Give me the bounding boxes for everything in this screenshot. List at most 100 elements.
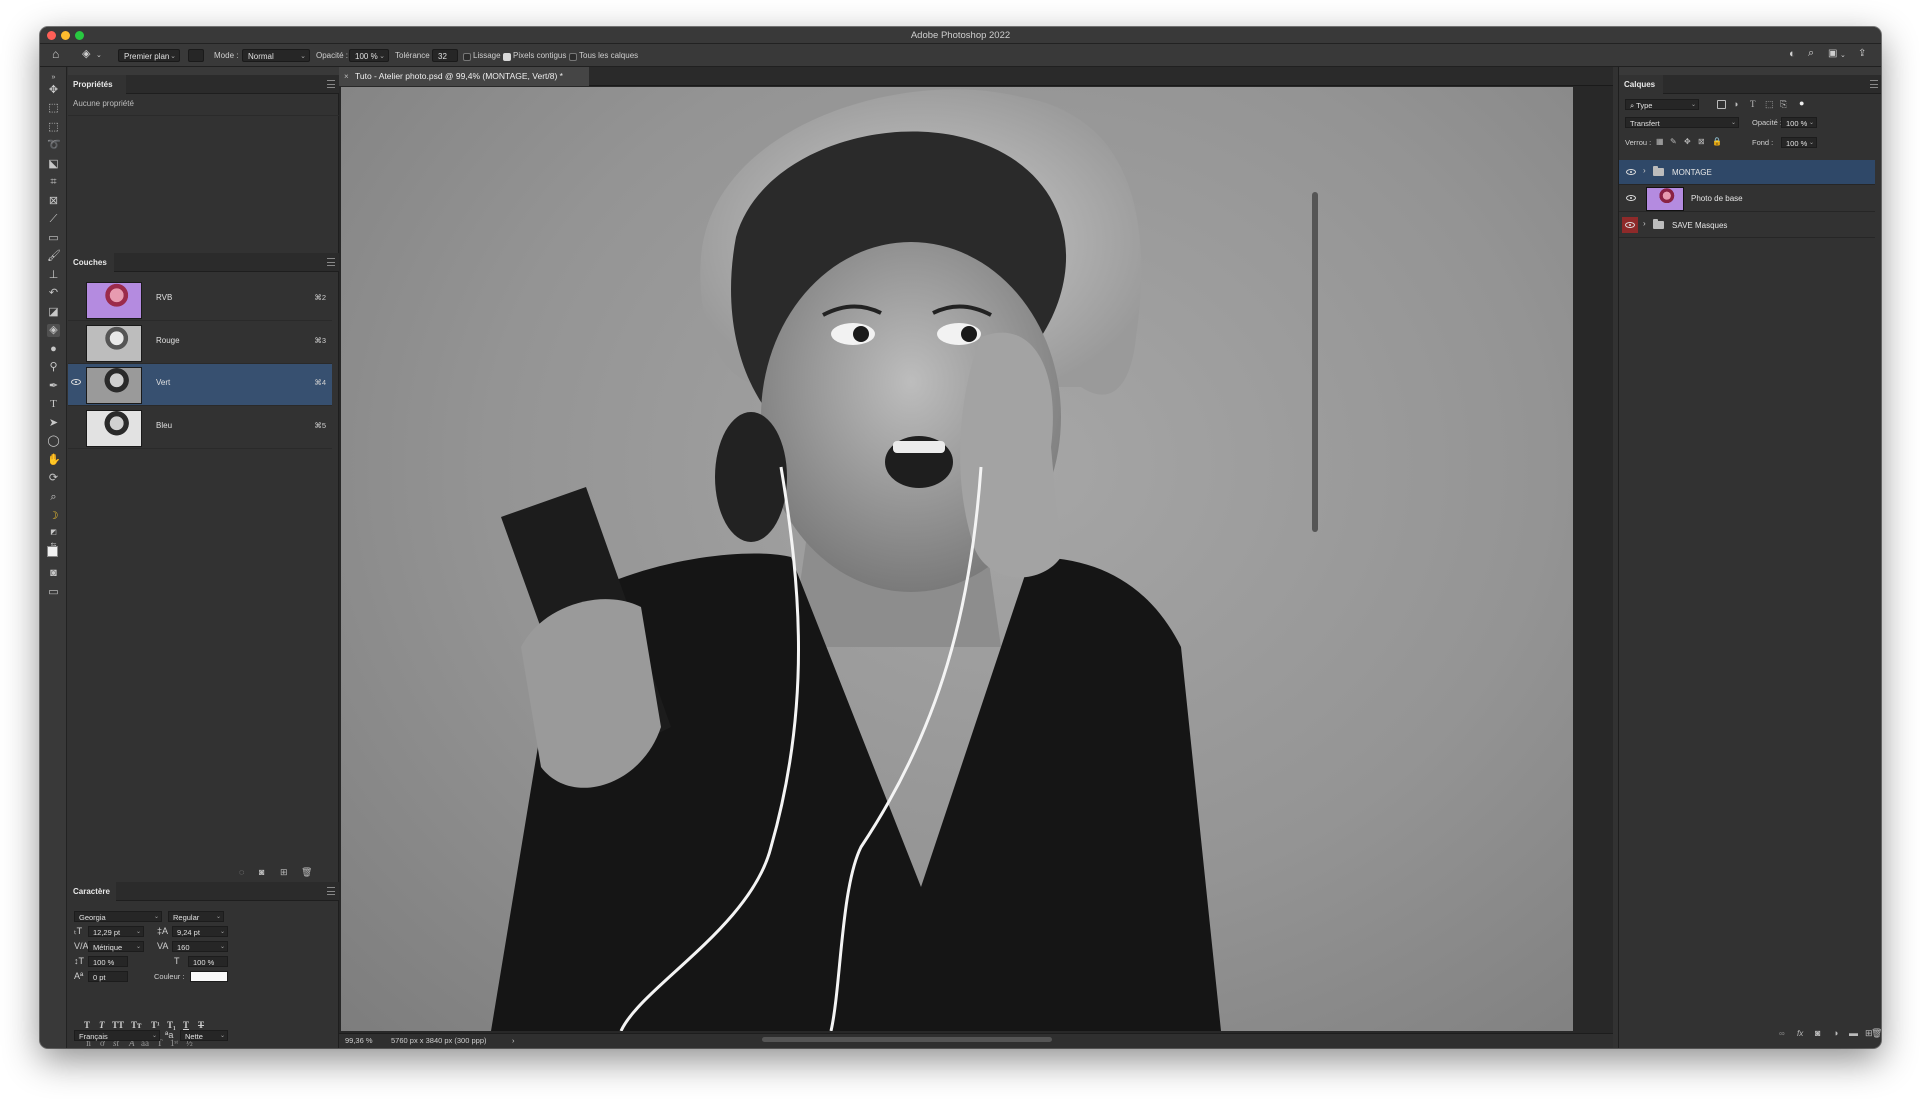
channel-row-green[interactable]: Vert ⌘4 (68, 364, 332, 406)
eraser-tool-icon[interactable]: ◪ (47, 306, 60, 319)
shape-filter-icon[interactable]: ⬚ (1765, 99, 1774, 110)
quick-mask-icon[interactable]: ◙ (47, 567, 60, 580)
all-caps-icon[interactable]: TT (112, 1020, 124, 1030)
font-family-select[interactable]: Georgia ⌄ (74, 911, 162, 922)
panel-menu-icon[interactable] (1870, 80, 1878, 88)
crop-tool-icon[interactable]: ⌗ (47, 176, 60, 189)
type-filter-icon[interactable]: T (1750, 99, 1756, 109)
antialias-select[interactable]: Nette ⌄ (180, 1030, 228, 1041)
tool-preset-chevron-icon[interactable]: ⌄ (96, 50, 102, 62)
lasso-tool-icon[interactable]: ➰ (47, 139, 61, 152)
lock-all-icon[interactable]: 🔒 (1712, 137, 1722, 146)
contiguous-checkbox[interactable] (503, 53, 511, 61)
faux-italic-icon[interactable]: T (99, 1020, 105, 1030)
leading-input[interactable]: 9,24 pt ⌄ (172, 926, 228, 937)
pixel-filter-icon[interactable] (1717, 100, 1726, 109)
delete-channel-icon[interactable]: 🗑 (301, 867, 312, 878)
clone-stamp-tool-icon[interactable]: ⊥ (47, 269, 60, 282)
faux-bold-icon[interactable]: T (84, 1020, 90, 1030)
panel-menu-icon[interactable] (327, 258, 335, 266)
lock-transparent-icon[interactable]: ▦ (1656, 137, 1664, 146)
kerning-select[interactable]: Métrique ⌄ (88, 941, 144, 952)
workspace-icon[interactable]: ▣ (1828, 48, 1837, 60)
lock-image-icon[interactable]: ✎ (1670, 137, 1677, 146)
type-tool-icon[interactable]: T (47, 398, 60, 411)
adjustment-layer-icon[interactable]: ◑ (1833, 1028, 1838, 1038)
artboard-tool-icon[interactable]: ⬚ (47, 102, 60, 115)
add-mask-icon[interactable]: ◙ (1815, 1028, 1820, 1038)
font-size-input[interactable]: 12,29 pt ⌄ (88, 926, 144, 937)
chevron-right-icon[interactable]: › (512, 1036, 515, 1045)
layer-row-photo-de-base[interactable]: Photo de base (1619, 185, 1875, 212)
visibility-eye-icon[interactable] (1625, 222, 1635, 228)
fill-source-select[interactable]: Premier plan ⌄ (118, 49, 180, 62)
subscript-icon[interactable]: T₁ (167, 1020, 176, 1030)
strikethrough-icon[interactable]: T (198, 1020, 204, 1030)
channel-row-blue[interactable]: Bleu ⌘5 (68, 407, 332, 449)
pattern-swatch[interactable] (188, 49, 204, 62)
paint-bucket-tool-icon[interactable]: ◈ (47, 324, 60, 337)
eyedropper-tool-icon[interactable]: ⟋ (47, 213, 60, 226)
superscript-icon[interactable]: T¹ (151, 1020, 160, 1030)
ellipse-tool-icon[interactable]: ◯ (47, 435, 60, 448)
dodge-tool-icon[interactable]: ⚲ (47, 361, 60, 374)
baseline-shift-input[interactable]: 0 pt (88, 971, 128, 982)
marquee-tool-icon[interactable]: ⬚ (47, 121, 60, 134)
close-tab-icon[interactable]: × (344, 67, 349, 86)
vertical-scale-input[interactable]: 100 % (88, 956, 128, 967)
foreground-color-swatch[interactable] (47, 546, 58, 557)
panel-menu-icon[interactable] (327, 80, 335, 88)
chevron-right-icon[interactable]: › (1643, 219, 1646, 228)
zoom-tool-icon[interactable]: ⌕ (47, 491, 60, 504)
layer-row-montage[interactable]: › MONTAGE (1619, 160, 1875, 185)
brush-tool-icon[interactable]: 🖌 (47, 250, 61, 263)
collapse-icon[interactable]: » (47, 71, 60, 84)
horizontal-scrollbar[interactable] (762, 1037, 1052, 1042)
all-layers-checkbox[interactable] (569, 53, 577, 61)
tab-character[interactable]: Caractère (68, 882, 116, 901)
adjustment-filter-icon[interactable]: ◑ (1733, 99, 1738, 109)
panel-menu-icon[interactable] (327, 887, 335, 895)
font-style-select[interactable]: Regular ⌄ (168, 911, 224, 922)
new-group-icon[interactable]: ▬ (1849, 1028, 1858, 1038)
smoothing-checkbox[interactable] (463, 53, 471, 61)
zoom-level[interactable]: 99,36 % (345, 1036, 373, 1045)
history-brush-tool-icon[interactable]: ↶ (47, 287, 60, 300)
new-channel-icon[interactable]: ⊞ (280, 867, 288, 878)
load-selection-icon[interactable]: ◌ (239, 867, 244, 877)
lock-position-icon[interactable]: ✥ (1684, 137, 1691, 146)
canvas-area[interactable] (339, 86, 1613, 1036)
visibility-eye-icon[interactable] (1626, 195, 1636, 201)
smart-object-filter-icon[interactable]: ⎘ (1780, 99, 1787, 110)
channel-row-red[interactable]: Rouge ⌘3 (68, 322, 332, 364)
object-selection-tool-icon[interactable]: ⬕ (47, 158, 60, 171)
healing-brush-tool-icon[interactable]: ▭ (47, 232, 60, 245)
home-icon[interactable]: ⌂ (52, 48, 59, 60)
layer-row-save-masques[interactable]: › SAVE Masques (1619, 213, 1875, 238)
tab-properties[interactable]: Propriétés (68, 75, 126, 94)
default-colors-icon[interactable]: ◩ ⇆ (47, 526, 60, 549)
text-color-swatch[interactable] (190, 971, 228, 982)
path-selection-tool-icon[interactable]: ➤ (47, 417, 60, 430)
underline-icon[interactable]: T (183, 1020, 189, 1030)
tolerance-input[interactable]: 32 (432, 49, 458, 62)
layer-style-icon[interactable]: fx (1797, 1029, 1803, 1038)
horizontal-scale-input[interactable]: 100 % (188, 956, 228, 967)
blur-tool-icon[interactable]: ● (47, 343, 60, 356)
vertical-scrollbar[interactable] (1312, 192, 1318, 532)
link-layers-icon[interactable]: ∞ (1779, 1029, 1785, 1038)
paint-bucket-tool-icon[interactable]: ◈ (82, 48, 90, 60)
save-selection-icon[interactable]: ◙ (259, 867, 264, 877)
blend-mode-select[interactable]: Transfert ⌄ (1625, 117, 1739, 128)
share-icon[interactable]: ⇪ (1858, 48, 1866, 60)
channel-row-rgb[interactable]: RVB ⌘2 (68, 279, 332, 321)
layer-opacity-input[interactable]: 100 % ⌄ (1781, 117, 1817, 128)
rotate-view-tool-icon[interactable]: ⟳ (47, 472, 60, 485)
frame-tool-icon[interactable]: ⊠ (47, 195, 60, 208)
layer-fill-input[interactable]: 100 % ⌄ (1781, 137, 1817, 148)
document-tab[interactable]: × Tuto - Atelier photo.psd @ 99,4% (MONT… (339, 67, 589, 86)
hand-tool-icon[interactable]: ✋ (47, 454, 61, 467)
tab-channels[interactable]: Couches (68, 253, 114, 272)
visibility-eye-icon[interactable] (1626, 169, 1636, 175)
chevron-down-icon[interactable]: ⌄ (1840, 50, 1846, 62)
